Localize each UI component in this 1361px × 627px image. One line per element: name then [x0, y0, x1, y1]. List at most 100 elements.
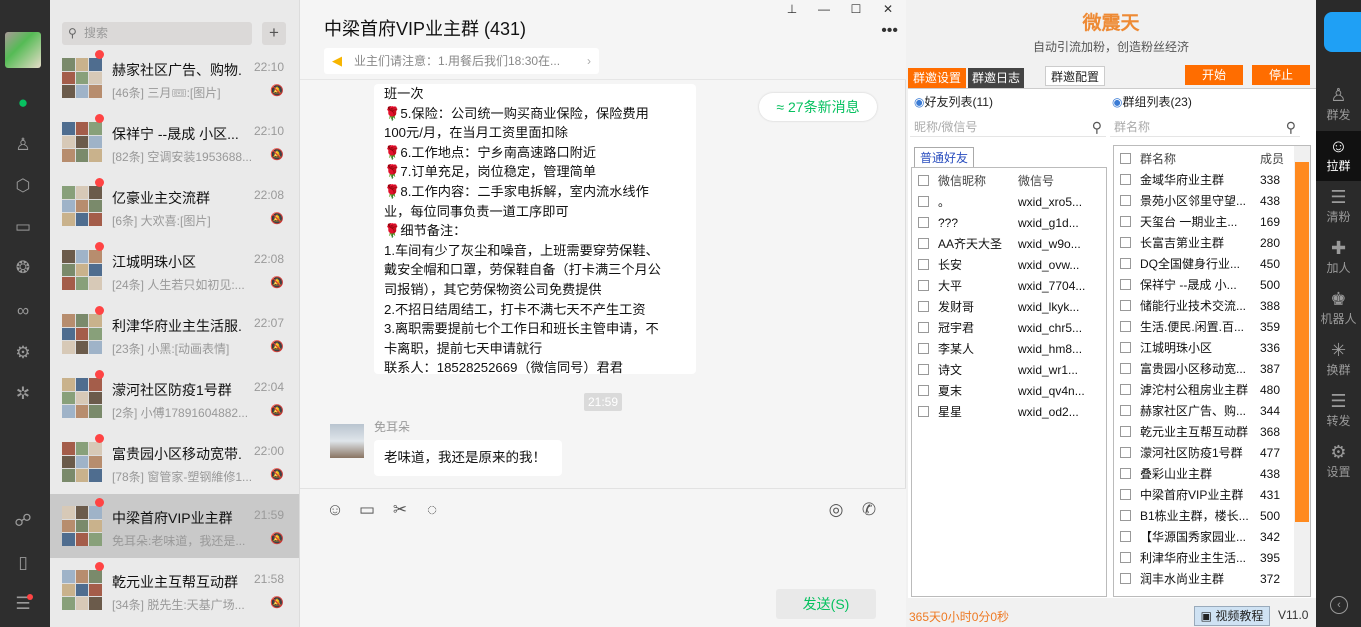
group-row[interactable]: 利津华府业主生活... 395	[1120, 548, 1296, 569]
group-checkbox[interactable]	[1120, 300, 1131, 311]
friend-checkbox[interactable]	[918, 406, 929, 417]
group-row[interactable]: 储能行业技术交流... 388	[1120, 296, 1296, 317]
stop-button[interactable]: 停止	[1252, 65, 1310, 85]
group-row[interactable]: 滹沱村公租房业主群 480	[1120, 380, 1296, 401]
invite-config-button[interactable]: 群邀配置	[1045, 66, 1105, 86]
chat-list-item[interactable]: 濛河社区防疫1号群 22:04 [2条] 小傅17891604882... 🔕	[50, 366, 299, 430]
group-checkbox[interactable]	[1120, 426, 1131, 437]
friend-row[interactable]: 大平 wxid_7704...	[918, 276, 1104, 297]
input-area[interactable]: ☺ ▭ ✂ ◌ ◎ ✆ 发送(S)	[300, 488, 906, 627]
channels-icon[interactable]: ∞	[12, 300, 34, 322]
add-button[interactable]: +	[262, 22, 286, 45]
tool-forward[interactable]: ☰ 转发	[1316, 386, 1361, 436]
groups-search-input[interactable]: 群名称 ⚲	[1110, 117, 1300, 137]
group-row[interactable]: 保祥宁 --晟成 小... 500	[1120, 275, 1296, 296]
minimize-icon[interactable]: —	[814, 2, 834, 18]
send-button[interactable]: 发送(S)	[776, 589, 876, 619]
group-row[interactable]: 中梁首府VIP业主群 431	[1120, 485, 1296, 506]
group-checkbox[interactable]	[1120, 342, 1131, 353]
star-icon[interactable]: ✲	[12, 383, 34, 405]
group-checkbox[interactable]	[1120, 573, 1131, 584]
chat-list-item[interactable]: 乾元业主互帮互动群 21:58 [34条] 脱先生:天基广场... 🔕	[50, 558, 299, 622]
group-row[interactable]: 天玺台 一期业主... 169	[1120, 212, 1296, 233]
call-icon[interactable]: ✆	[858, 499, 880, 521]
group-row[interactable]: DQ全国健身行业... 450	[1120, 254, 1296, 275]
tab-invite-log[interactable]: 群邀日志	[968, 68, 1024, 88]
group-row[interactable]: 江城明珠小区 336	[1120, 338, 1296, 359]
link-icon[interactable]: ☍	[12, 510, 34, 532]
group-checkbox[interactable]	[1120, 237, 1131, 248]
chat-list-item[interactable]: 赫家社区广告、购物... 22:10 [46条] 三月🎟:[图片] 🔕	[50, 46, 299, 110]
group-checkbox[interactable]	[1120, 279, 1131, 290]
tool-switch-group[interactable]: ✳ 换群	[1316, 335, 1361, 385]
scissors-icon[interactable]: ✂	[389, 499, 411, 521]
group-checkbox[interactable]	[1120, 384, 1131, 395]
tool-clean-fans[interactable]: ☰ 清粉	[1316, 182, 1361, 232]
folder-icon[interactable]: ▭	[356, 499, 378, 521]
select-all-checkbox[interactable]	[1120, 153, 1131, 164]
chat-list-item[interactable]: 利津华府业主生活服... 22:07 [23条] 小黑:[动画表情] 🔕	[50, 302, 299, 366]
collapse-icon[interactable]: ‹	[1330, 596, 1348, 614]
friend-row[interactable]: 夏末 wxid_qv4n...	[918, 381, 1104, 402]
group-checkbox[interactable]	[1120, 195, 1131, 206]
maximize-icon[interactable]: ☐	[846, 2, 866, 18]
friend-checkbox[interactable]	[918, 322, 929, 333]
friend-row[interactable]: 发财哥 wxid_lkyk...	[918, 297, 1104, 318]
group-checkbox[interactable]	[1120, 510, 1131, 521]
group-checkbox[interactable]	[1120, 468, 1131, 479]
friend-checkbox[interactable]	[918, 259, 929, 270]
group-checkbox[interactable]	[1120, 405, 1131, 416]
message-bubble[interactable]: 老味道，我还是原来的我！	[374, 440, 562, 476]
chat-icon[interactable]: ●	[12, 92, 34, 114]
group-checkbox[interactable]	[1120, 363, 1131, 374]
group-row[interactable]: 濛河社区防疫1号群 477	[1120, 443, 1296, 464]
tool-mass-send[interactable]: ♙ 群发	[1316, 80, 1361, 130]
group-row[interactable]: 景苑小区邻里守望... 438	[1120, 191, 1296, 212]
friend-row[interactable]: 诗文 wxid_wr1...	[918, 360, 1104, 381]
tab-invite-settings[interactable]: 群邀设置	[908, 68, 966, 88]
group-checkbox[interactable]	[1120, 174, 1131, 185]
group-row[interactable]: 【华源国秀家园业... 342	[1120, 527, 1296, 548]
chat-list-item[interactable]: 亿豪业主交流群 22:08 [6条] 大欢喜:[图片] 🔕	[50, 174, 299, 238]
tab-normal-friends[interactable]: 普通好友	[914, 147, 974, 167]
comment-icon[interactable]: ◌	[421, 499, 443, 521]
friend-checkbox[interactable]	[918, 238, 929, 249]
friend-row[interactable]: 长安 wxid_ovw...	[918, 255, 1104, 276]
search-input[interactable]: ⚲ 搜索	[62, 22, 252, 45]
emoji-icon[interactable]: ☺	[324, 499, 346, 521]
video-tutorial-button[interactable]: ▣ 视频教程	[1194, 606, 1270, 626]
friends-search-input[interactable]: 昵称/微信号 ⚲	[910, 117, 1106, 137]
friend-checkbox[interactable]	[918, 196, 929, 207]
friend-checkbox[interactable]	[918, 385, 929, 396]
user-avatar[interactable]	[5, 32, 41, 68]
menu-icon[interactable]: ☰	[12, 593, 34, 615]
tool-pull-group[interactable]: ☺ 拉群	[1316, 131, 1361, 181]
moments-icon[interactable]: ❂	[12, 257, 34, 279]
friend-checkbox[interactable]	[918, 364, 929, 375]
new-messages-button[interactable]: ≈ 27条新消息	[759, 93, 877, 121]
group-checkbox[interactable]	[1120, 531, 1131, 542]
group-row[interactable]: 乾元业主互帮互动群 368	[1120, 422, 1296, 443]
chat-list-item[interactable]: 中梁首府VIP业主群 21:59 免耳朵:老味道，我还是... 🔕	[50, 494, 299, 558]
friend-row[interactable]: 。 wxid_xro5...	[918, 192, 1104, 213]
sender-avatar[interactable]	[330, 424, 364, 458]
group-checkbox[interactable]	[1120, 216, 1131, 227]
tool-add-people[interactable]: ✚ 加人	[1316, 233, 1361, 283]
group-notice[interactable]: ◀ 业主们请注意：1.用餐后我们18:30在... ›	[324, 48, 599, 74]
friend-row[interactable]: ??? wxid_g1d...	[918, 213, 1104, 234]
group-row[interactable]: 富贵园小区移动宽... 387	[1120, 359, 1296, 380]
friend-row[interactable]: AA齐天大圣 wxid_w9o...	[918, 234, 1104, 255]
friend-row[interactable]: 李某人 wxid_hm8...	[918, 339, 1104, 360]
group-row[interactable]: 长富吉第业主群 280	[1120, 233, 1296, 254]
contacts-icon[interactable]: ♙	[12, 134, 34, 156]
group-row[interactable]: 赫家社区广告、购... 344	[1120, 401, 1296, 422]
group-row[interactable]: B1栋业主群，楼长... 500	[1120, 506, 1296, 527]
live-icon[interactable]: ◎	[825, 499, 847, 521]
group-checkbox[interactable]	[1120, 447, 1131, 458]
folder-icon[interactable]: ▭	[12, 216, 34, 238]
group-row[interactable]: 润丰水尚业主群 372	[1120, 569, 1296, 590]
group-checkbox[interactable]	[1120, 489, 1131, 500]
scroll-thumb[interactable]	[1295, 162, 1309, 522]
chat-list-item[interactable]: 保祥宁 --晟成 小区... 22:10 [82条] 空调安装1953688... 🔕	[50, 110, 299, 174]
friend-row[interactable]: 冠宇君 wxid_chr5...	[918, 318, 1104, 339]
